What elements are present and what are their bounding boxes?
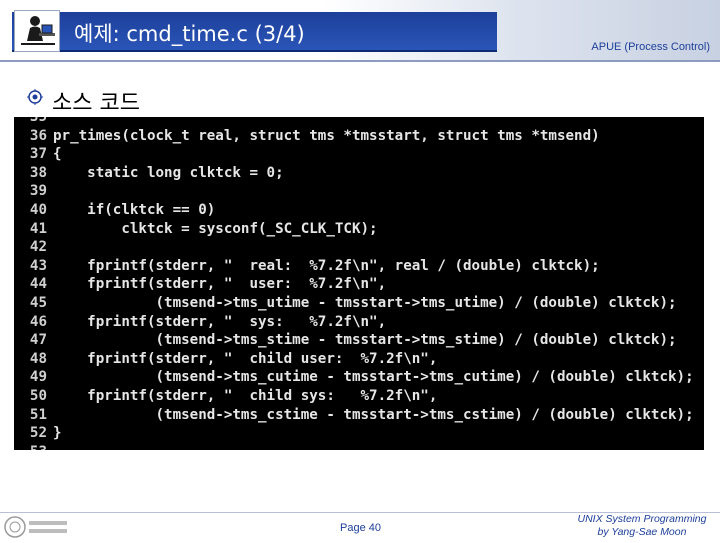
code-line: 35 (14, 117, 53, 127)
code-block: 35 36 pr_times(clock_t real, struct tms *t… (14, 117, 704, 450)
slide-header: 예제: cmd_time.c (3/4) APUE (Process Contr… (0, 0, 720, 62)
code-line: 37 { (14, 145, 62, 164)
code-line: 40 if(clktck == 0) (14, 201, 215, 220)
code-line: 41 clktck = sysconf(_SC_CLK_TCK); (14, 220, 378, 239)
code-text: fprintf(stderr, " child user: %7.2f\n", (53, 350, 438, 367)
code-text: { (53, 146, 62, 163)
course-subject: APUE (Process Control) (591, 41, 710, 53)
line-number: 48 (29, 350, 47, 367)
code-text: (tmsend->tms_cutime - tmsstart->tms_cuti… (53, 369, 694, 386)
code-text: pr_times(clock_t real, struct tms *tmsst… (53, 127, 600, 144)
code-text: fprintf(stderr, " user: %7.2f\n", (53, 276, 387, 293)
slide-title: 예제: cmd_time.c (3/4) (74, 22, 305, 46)
code-line: 47 (tmsend->tms_stime - tmsstart->tms_st… (14, 331, 677, 350)
line-number: 43 (29, 257, 47, 274)
code-line: 38 static long clktck = 0; (14, 164, 284, 183)
line-number: 39 (29, 183, 47, 200)
line-number: 53 (14, 443, 47, 450)
person-at-desk-icon (14, 10, 60, 52)
code-text: (tmsend->tms_cstime - tmsstart->tms_csti… (53, 406, 694, 423)
line-number: 50 (29, 388, 47, 404)
footer-credit: UNIX System Programming by Yang-Sae Moon (572, 513, 712, 539)
line-number: 46 (29, 313, 47, 330)
code-text: if(clktck == 0) (53, 202, 216, 218)
code-text: (tmsend->tms_utime - tmsstart->tms_utime… (53, 295, 677, 311)
credit-course: UNIX System Programming (577, 513, 707, 525)
code-line: 51 (tmsend->tms_cstime - tmsstart->tms_c… (14, 406, 694, 425)
line-number: 42 (29, 239, 47, 256)
line-number: 44 (29, 276, 47, 293)
code-text: fprintf(stderr, " sys: %7.2f\n", (53, 313, 387, 330)
page-number: Page 40 (340, 522, 381, 534)
line-number: 40 (29, 202, 47, 218)
header-divider (0, 60, 720, 62)
code-text: fprintf(stderr, " real: %7.2f\n", real /… (53, 257, 600, 274)
line-number: 38 (29, 164, 47, 181)
code-line: 48 fprintf(stderr, " child user: %7.2f\n… (14, 350, 437, 369)
bullet-emblem-icon (27, 89, 43, 105)
code-line: 43 fprintf(stderr, " real: %7.2f\n", rea… (14, 257, 600, 276)
line-number: 36 (29, 127, 47, 144)
code-line: 44 fprintf(stderr, " user: %7.2f\n", (14, 275, 386, 294)
code-text: static long clktck = 0; (53, 164, 284, 181)
code-line: 53 (14, 443, 53, 450)
code-text: } (53, 425, 62, 442)
university-logo-icon (3, 515, 71, 539)
line-number: 37 (29, 146, 47, 163)
code-text: clktck = sysconf(_SC_CLK_TCK); (53, 220, 378, 237)
code-line: 45 (tmsend->tms_utime - tmsstart->tms_ut… (14, 294, 677, 313)
code-text: (tmsend->tms_stime - tmsstart->tms_stime… (53, 332, 677, 349)
code-line: 49 (tmsend->tms_cutime - tmsstart->tms_c… (14, 368, 694, 387)
line-number: 35 (29, 117, 47, 125)
code-line: 42 (14, 238, 53, 257)
code-line: 50 fprintf(stderr, " child sys: %7.2f\n"… (14, 387, 437, 406)
line-number: 41 (29, 220, 47, 237)
line-number: 51 (29, 406, 47, 423)
code-text: fprintf(stderr, " child sys: %7.2f\n", (53, 388, 438, 404)
credit-author: by Yang-Sae Moon (597, 526, 687, 538)
line-number: 52 (29, 425, 47, 442)
line-number: 45 (29, 295, 47, 311)
line-number: 49 (29, 369, 47, 386)
line-number: 47 (29, 332, 47, 349)
bullet-heading: 소스 코드 (52, 91, 140, 116)
code-line: 36 pr_times(clock_t real, struct tms *tms… (14, 127, 600, 146)
code-line: 46 fprintf(stderr, " sys: %7.2f\n", (14, 313, 386, 332)
code-line: 52} (14, 424, 62, 443)
code-line: 39 (14, 182, 53, 201)
